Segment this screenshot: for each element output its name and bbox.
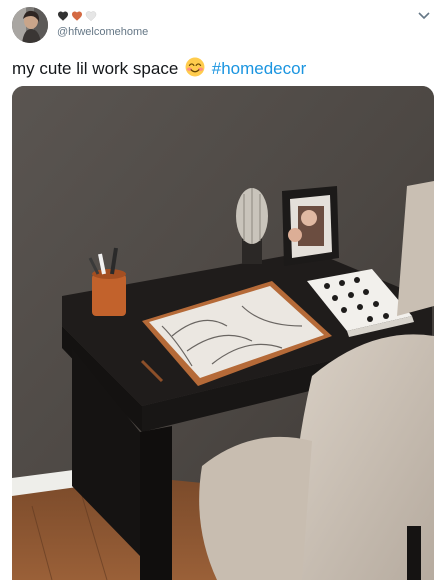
hashtag-link[interactable]: #homedecor: [212, 59, 307, 78]
black-heart-icon: [58, 11, 68, 21]
avatar[interactable]: [12, 7, 48, 43]
tweet-text: my cute lil work space #homedecor: [12, 57, 306, 80]
orange-heart-icon: [72, 11, 82, 21]
smiling-face-with-smiling-eyes-icon: [185, 57, 205, 77]
avatar-image: [12, 7, 48, 43]
tweet-header: @hfwelcomehome: [12, 7, 432, 47]
workspace-photo: [12, 86, 434, 580]
tweet-body: my cute lil work space: [12, 59, 179, 78]
tweet-photo[interactable]: [12, 86, 434, 580]
white-heart-icon: [85, 11, 97, 22]
chevron-down-icon[interactable]: [416, 10, 432, 22]
tweet-card: @hfwelcomehome my cute lil work space #h…: [0, 0, 446, 580]
author-handle[interactable]: @hfwelcomehome: [57, 26, 148, 38]
display-name[interactable]: [57, 10, 97, 24]
